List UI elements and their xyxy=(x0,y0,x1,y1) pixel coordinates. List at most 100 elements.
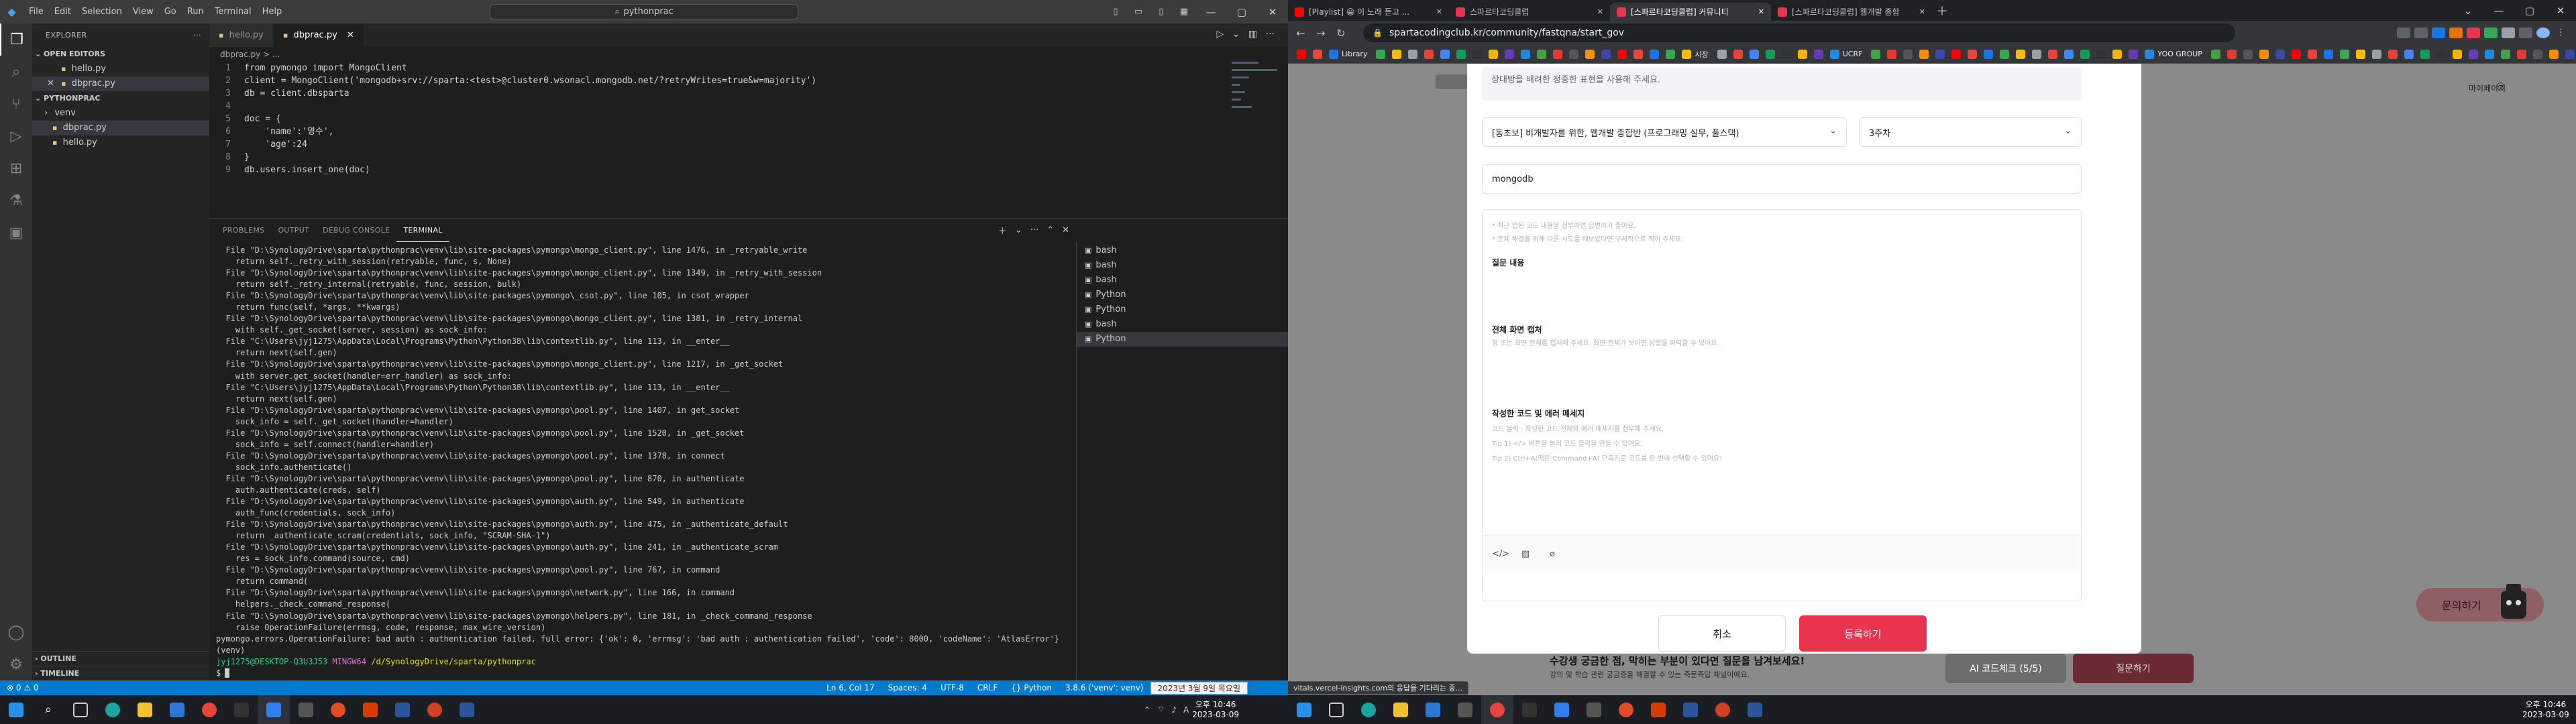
bookmark-icon[interactable] xyxy=(2032,49,2042,59)
menu-help[interactable]: Help xyxy=(257,7,288,17)
bookmark-icon[interactable] xyxy=(1408,49,1418,59)
language-mode[interactable]: {} Python xyxy=(1004,683,1059,692)
bookmark-icon[interactable] xyxy=(2484,49,2494,59)
browser-tab[interactable]: [Playlist] 😀 이 노래 듣고 ... ✕ xyxy=(1288,3,1449,21)
explorer-icon[interactable]: ❐ xyxy=(0,23,32,56)
bookmark-icon[interactable] xyxy=(1297,49,1306,59)
bookmark-icon[interactable] xyxy=(1797,49,1807,59)
bookmark-star-icon[interactable] xyxy=(2414,27,2428,38)
file-explorer-icon[interactable] xyxy=(129,695,161,724)
bookmark-icon[interactable] xyxy=(2000,49,2010,59)
extension-icon[interactable] xyxy=(2502,27,2515,38)
bookmark-icon[interactable] xyxy=(1472,49,1483,59)
extension-icon[interactable] xyxy=(2432,27,2445,38)
maximize-icon[interactable]: ▢ xyxy=(2514,5,2545,17)
attachment-icon[interactable]: ⌀ xyxy=(1546,549,1559,559)
task-view-icon[interactable] xyxy=(64,695,97,724)
terminal-list-item[interactable]: ▣ Python xyxy=(1077,332,1288,347)
ask-question-button[interactable]: 질문하기 xyxy=(2073,654,2194,683)
vscode-icon[interactable] xyxy=(258,695,290,724)
bookmark-icon[interactable] xyxy=(2307,49,2317,59)
profile-avatar[interactable] xyxy=(2536,27,2550,38)
toggle-sidebar-icon[interactable]: ▯ xyxy=(1104,7,1127,17)
app-icon[interactable] xyxy=(419,695,451,724)
app-icon[interactable] xyxy=(1449,695,1481,724)
bookmark-icon[interactable] xyxy=(1781,49,1791,59)
mail-icon[interactable] xyxy=(1417,695,1449,724)
start-icon[interactable] xyxy=(1288,695,1320,724)
close-icon[interactable]: ✕ xyxy=(1257,6,1288,18)
word-icon[interactable] xyxy=(451,695,483,724)
search-icon[interactable]: ⌕ xyxy=(0,56,32,88)
timeline-header[interactable]: › TIMELINE xyxy=(32,666,209,680)
question-editor[interactable]: * 최근 업된 코드 내용을 첨부하면 답변하기 좋아요. * 문제 해결을 위… xyxy=(1482,209,2082,601)
tab-output[interactable]: OUTPUT xyxy=(271,219,316,242)
bookmark-icon[interactable] xyxy=(1585,49,1595,59)
more-actions-icon[interactable]: ··· xyxy=(1266,29,1275,40)
bookmark-icon[interactable] xyxy=(2145,49,2155,59)
gear-icon[interactable]: ⚙ xyxy=(0,648,32,680)
app-icon[interactable] xyxy=(1610,695,1642,724)
minimize-icon[interactable]: — xyxy=(2483,5,2514,17)
tray-chevron-icon[interactable]: ⌃ xyxy=(1140,705,1154,715)
open-editor-item[interactable]: ✕ ▪ hello.py xyxy=(32,62,209,76)
app-icon[interactable] xyxy=(290,695,322,724)
split-editor-icon[interactable]: ▥ xyxy=(1248,29,1257,40)
bookmark-icon[interactable] xyxy=(2371,49,2381,59)
bookmark-icon[interactable] xyxy=(1682,49,1692,59)
bookmark-icon[interactable] xyxy=(2436,49,2446,59)
back-icon[interactable]: ← xyxy=(1291,27,1311,40)
outline-header[interactable]: › OUTLINE xyxy=(32,651,209,666)
bookmark-icon[interactable] xyxy=(2129,49,2139,59)
command-center-search[interactable]: ⌕ pythonprac xyxy=(490,4,798,19)
bookmark-icon[interactable] xyxy=(1601,49,1611,59)
workspace-header[interactable]: ⌄ PYTHONPRAC xyxy=(32,91,209,106)
close-icon[interactable]: ✕ xyxy=(2545,5,2576,17)
tab-dbprac-py[interactable]: ▪ dbprac.py ✕ xyxy=(273,23,364,47)
problems-status[interactable]: ⊗ 0 ⚠ 0 xyxy=(0,683,46,692)
word-icon[interactable] xyxy=(386,695,419,724)
menu-run[interactable]: Run xyxy=(182,7,209,17)
pycharm-icon[interactable] xyxy=(225,695,258,724)
bookmark-icon[interactable] xyxy=(2259,49,2269,59)
bookmark-icon[interactable] xyxy=(2565,49,2575,59)
week-select[interactable]: 3주차 ⌄ xyxy=(1859,117,2082,147)
run-icon[interactable]: ▷ xyxy=(1217,29,1224,40)
bookmark-label[interactable]: Library xyxy=(1342,50,1367,58)
puzzle-icon[interactable] xyxy=(2519,27,2532,38)
close-icon[interactable]: ✕ xyxy=(1758,7,1764,16)
bookmark-icon[interactable] xyxy=(2291,49,2301,59)
edge-icon[interactable] xyxy=(1352,695,1385,724)
line-ending[interactable]: CRLF xyxy=(971,683,1004,692)
bookmark-icon[interactable] xyxy=(1505,49,1515,59)
taskbar-clock[interactable]: 오후 10:46 2023-03-09 xyxy=(2522,700,2569,720)
app-icon[interactable] xyxy=(354,695,386,724)
volume-icon[interactable]: ♪ xyxy=(1168,705,1180,715)
chrome-icon[interactable] xyxy=(193,695,225,724)
start-icon[interactable] xyxy=(0,695,32,724)
bookmark-icon[interactable] xyxy=(2404,49,2414,59)
course-select[interactable]: [동초보] 비개발자를 위한, 웹개발 종합반 (프로그래밍 실무, 풀스택) … xyxy=(1482,117,1847,147)
share-icon[interactable] xyxy=(2397,27,2410,38)
bookmark-icon[interactable] xyxy=(2226,49,2237,59)
taskbar-clock[interactable]: 오후 10:46 2023-03-09 xyxy=(1192,700,1239,720)
bookmark-icon[interactable] xyxy=(1456,49,1466,59)
bookmark-icon[interactable] xyxy=(1313,49,1322,59)
ime-icon[interactable]: A xyxy=(1180,705,1192,715)
close-icon[interactable]: ✕ xyxy=(1436,7,1442,16)
browser-tab-active[interactable]: [스파르타코딩클럽] 커뮤니티 ✕ xyxy=(1610,3,1771,21)
bookmark-icon[interactable] xyxy=(2016,49,2026,59)
bookmark-icon[interactable] xyxy=(2420,49,2430,59)
bookmark-label[interactable]: UCRF xyxy=(1843,50,1863,58)
bookmark-icon[interactable] xyxy=(1650,49,1660,59)
open-editor-item[interactable]: ✕ ▪ dbprac.py xyxy=(32,76,209,91)
chevron-down-icon[interactable]: ⌄ xyxy=(1232,29,1240,40)
bookmark-icon[interactable] xyxy=(1329,49,1338,59)
bookmark-icon[interactable] xyxy=(1392,49,1402,59)
tab-hello-py[interactable]: ▪ hello.py xyxy=(209,23,274,47)
tab-problems[interactable]: PROBLEMS xyxy=(216,219,271,242)
bookmark-icon[interactable] xyxy=(2064,49,2074,59)
bookmark-icon[interactable] xyxy=(2243,49,2253,59)
bookmark-icon[interactable] xyxy=(1813,49,1823,59)
bookmark-icon[interactable] xyxy=(1440,49,1450,59)
